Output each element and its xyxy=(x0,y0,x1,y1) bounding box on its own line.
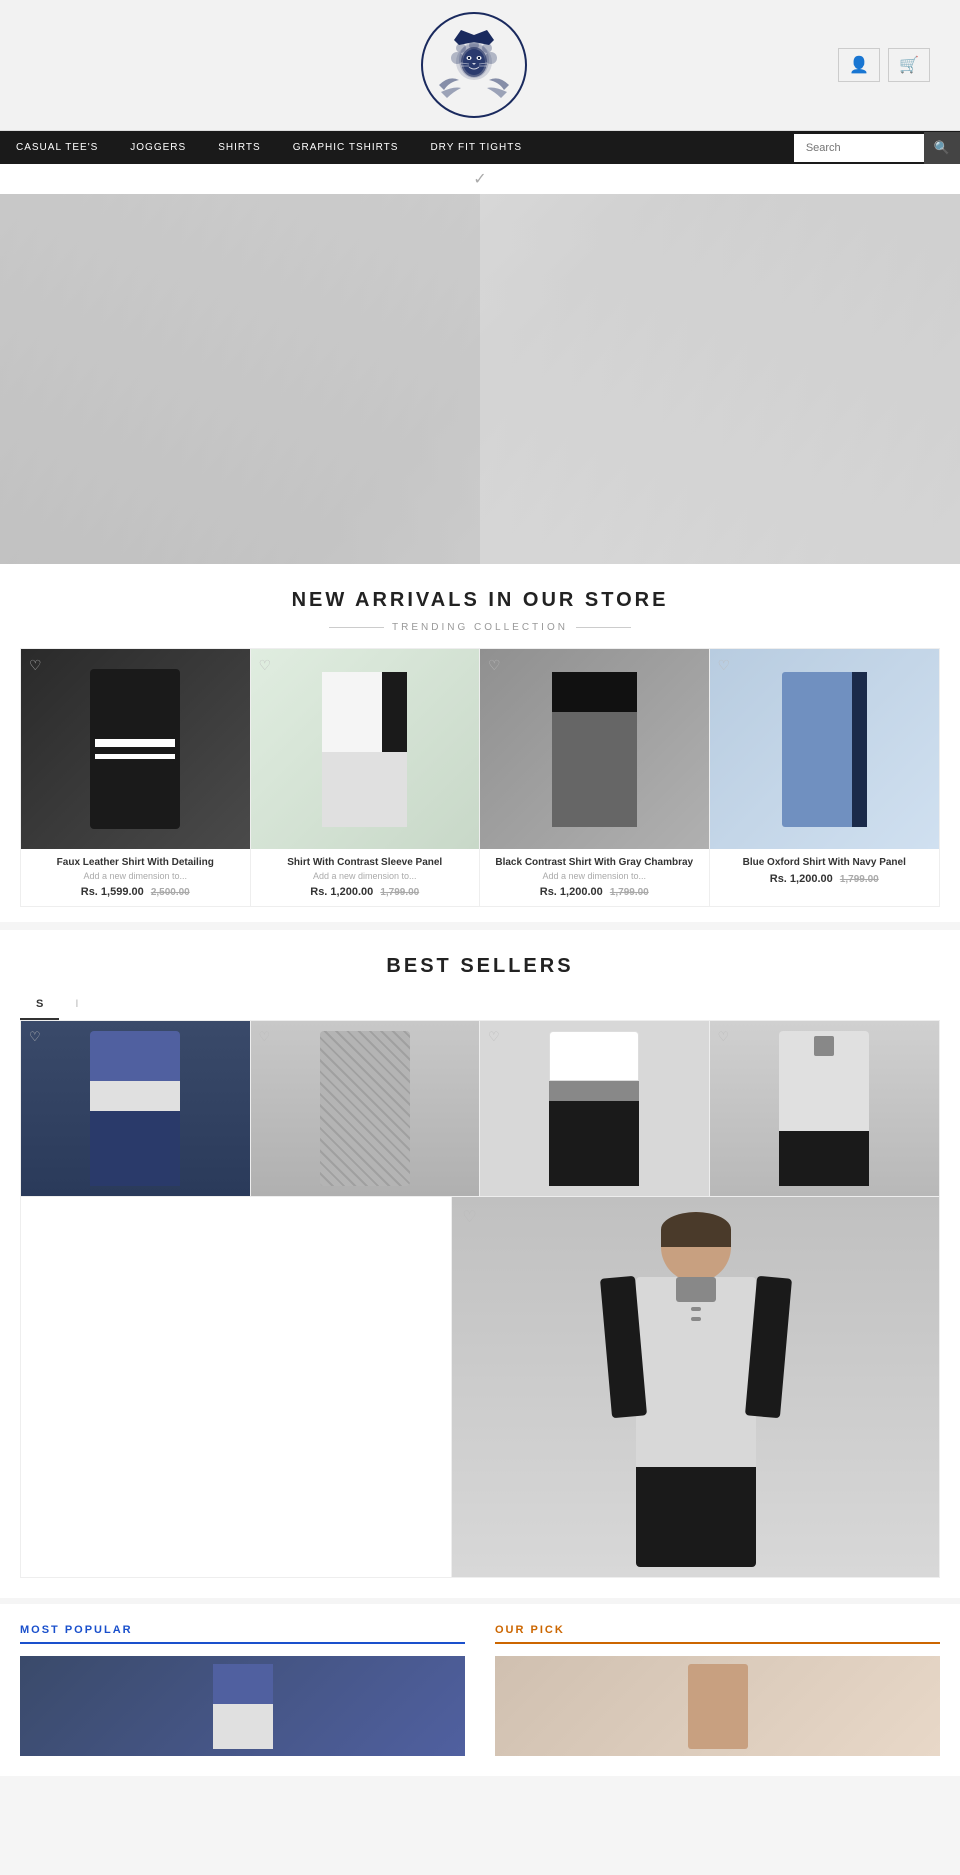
bs-tab-all[interactable]: S xyxy=(20,990,59,1020)
best-sellers-tabs: S I xyxy=(20,990,940,1021)
product-price-2: Rs. 1,200.00 1,799.00 xyxy=(259,886,472,898)
nav-items: CASUAL TEE'S JOGGERS SHIRTS GRAPHIC TSHI… xyxy=(0,131,794,164)
nav-item-shirts[interactable]: SHIRTS xyxy=(202,131,277,164)
main-nav: CASUAL TEE'S JOGGERS SHIRTS GRAPHIC TSHI… xyxy=(0,131,960,164)
logo-svg xyxy=(419,10,529,120)
tee-image-2 xyxy=(251,1021,480,1196)
product-price-1: Rs. 1,599.00 2,500.00 xyxy=(29,886,242,898)
product-image-4 xyxy=(710,649,940,849)
most-popular-image[interactable] xyxy=(20,1656,465,1756)
product-image-3 xyxy=(480,649,709,849)
tee-wishlist-4[interactable]: ♡ xyxy=(718,1029,730,1045)
header: 👤 🛒 xyxy=(0,0,960,131)
wishlist-icon-1[interactable]: ♡ xyxy=(29,657,42,674)
featured-product-area: ♡ xyxy=(0,1197,960,1598)
cart-icon-button[interactable]: 🛒 xyxy=(888,48,930,82)
checkmark-area: ✓ xyxy=(0,164,960,194)
wishlist-icon-4[interactable]: ♡ xyxy=(718,657,731,674)
product-image-1 xyxy=(21,649,250,849)
tee-image-4 xyxy=(710,1021,940,1196)
product-info-2: Shirt With Contrast Sleeve Panel Add a n… xyxy=(251,849,480,906)
product-info-1: Faux Leather Shirt With Detailing Add a … xyxy=(21,849,250,906)
tee-card-3[interactable]: ♡ xyxy=(480,1021,710,1196)
product-desc-2: Add a new dimension to... xyxy=(259,871,472,881)
logo-area xyxy=(419,10,529,120)
tee-card-2[interactable]: ♡ xyxy=(251,1021,481,1196)
search-icon: 🔍 xyxy=(934,140,950,155)
new-arrivals-title: NEW ARRIVALS IN OUR STORE xyxy=(20,589,940,612)
product-image-2 xyxy=(251,649,480,849)
product-name-4: Blue Oxford Shirt With Navy Panel xyxy=(718,857,932,868)
product-card-4[interactable]: ♡ Blue Oxford Shirt With Navy Panel Rs. … xyxy=(710,649,940,906)
product-info-3: Black Contrast Shirt With Gray Chambray … xyxy=(480,849,709,906)
bs-tab-featured[interactable]: I xyxy=(59,990,94,1020)
nav-item-dry-fit-tights[interactable]: DRY FIT TIGHTS xyxy=(414,131,538,164)
product-info-4: Blue Oxford Shirt With Navy Panel Rs. 1,… xyxy=(710,849,940,893)
product-name-1: Faux Leather Shirt With Detailing xyxy=(29,857,242,868)
tee-wishlist-2[interactable]: ♡ xyxy=(259,1029,271,1045)
tee-wishlist-3[interactable]: ♡ xyxy=(488,1029,500,1045)
new-arrivals-grid: ♡ Faux Leather Shirt With Detailing Add … xyxy=(20,648,940,907)
product-desc-1: Add a new dimension to... xyxy=(29,871,242,881)
nav-item-joggers[interactable]: JOGGERS xyxy=(114,131,202,164)
new-arrivals-subtitle: TRENDING COLLECTION xyxy=(20,622,940,633)
product-price-4: Rs. 1,200.00 1,799.00 xyxy=(718,873,932,885)
user-icon: 👤 xyxy=(849,57,869,74)
best-sellers-grid: ♡ ♡ ♡ xyxy=(20,1021,940,1197)
best-sellers-section: BEST SELLERS S I ♡ ♡ xyxy=(0,922,960,1197)
wishlist-icon-2[interactable]: ♡ xyxy=(259,657,272,674)
most-popular-col: MOST POPULAR xyxy=(20,1624,465,1756)
wishlist-icon-3[interactable]: ♡ xyxy=(488,657,501,674)
cart-icon: 🛒 xyxy=(899,57,919,74)
our-pick-title: OUR PICK xyxy=(495,1624,940,1644)
tee-card-1[interactable]: ♡ xyxy=(21,1021,251,1196)
product-card-1[interactable]: ♡ Faux Leather Shirt With Detailing Add … xyxy=(21,649,251,906)
product-desc-3: Add a new dimension to... xyxy=(488,871,701,881)
new-arrivals-section: NEW ARRIVALS IN OUR STORE TRENDING COLLE… xyxy=(0,564,960,922)
product-card-3[interactable]: ♡ Black Contrast Shirt With Gray Chambra… xyxy=(480,649,710,906)
best-sellers-title: BEST SELLERS xyxy=(20,955,940,978)
most-popular-title: MOST POPULAR xyxy=(20,1624,465,1644)
our-pick-image[interactable] xyxy=(495,1656,940,1756)
featured-large-card[interactable]: ♡ xyxy=(452,1197,940,1578)
featured-small-cards xyxy=(20,1197,452,1578)
nav-search-area: 🔍 xyxy=(794,132,960,164)
tee-image-3 xyxy=(480,1021,709,1196)
product-name-3: Black Contrast Shirt With Gray Chambray xyxy=(488,857,701,868)
tee-wishlist-1[interactable]: ♡ xyxy=(29,1029,41,1045)
our-pick-col: OUR PICK xyxy=(495,1624,940,1756)
tee-card-4[interactable]: ♡ xyxy=(710,1021,940,1196)
hero-banner xyxy=(0,194,960,564)
product-name-2: Shirt With Contrast Sleeve Panel xyxy=(259,857,472,868)
search-button[interactable]: 🔍 xyxy=(924,132,960,164)
header-actions: 👤 🛒 xyxy=(838,48,930,82)
nav-item-casual-tees[interactable]: CASUAL TEE'S xyxy=(0,131,114,164)
product-price-3: Rs. 1,200.00 1,799.00 xyxy=(488,886,701,898)
user-icon-button[interactable]: 👤 xyxy=(838,48,880,82)
search-input[interactable] xyxy=(794,134,924,162)
featured-wishlist-icon[interactable]: ♡ xyxy=(462,1207,476,1227)
checkmark-icon: ✓ xyxy=(473,171,486,188)
bottom-sections: MOST POPULAR OUR PICK xyxy=(0,1598,960,1776)
nav-item-graphic-tshirts[interactable]: GRAPHIC TSHIRTS xyxy=(277,131,415,164)
product-card-2[interactable]: ♡ Shirt With Contrast Sleeve Panel Add a… xyxy=(251,649,481,906)
tee-image-1 xyxy=(21,1021,250,1196)
